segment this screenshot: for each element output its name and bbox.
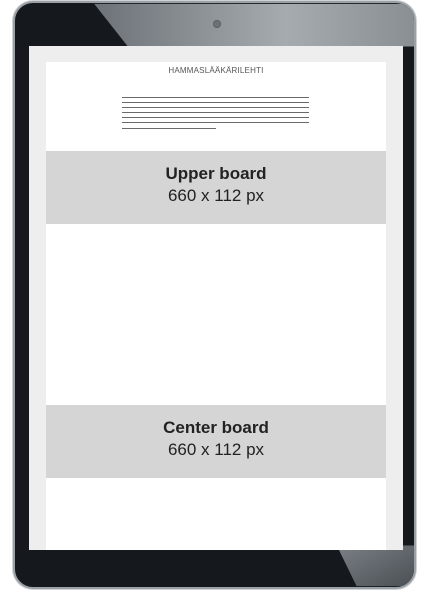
upper-board-name: Upper board — [165, 164, 267, 183]
tablet-screen: HAMMASLÄÄKÄRILEHTI Upper board 660 x 112… — [29, 46, 403, 550]
center-board-ad: Center board 660 x 112 px — [46, 405, 386, 478]
masthead-title: HAMMASLÄÄKÄRILEHTI — [168, 66, 264, 75]
text-line — [122, 107, 309, 108]
center-board-name: Center board — [163, 418, 269, 437]
publication-page: HAMMASLÄÄKÄRILEHTI Upper board 660 x 112… — [46, 62, 386, 550]
upper-board-ad: Upper board 660 x 112 px — [46, 151, 386, 224]
tablet-mockup-frame: HAMMASLÄÄKÄRILEHTI Upper board 660 x 112… — [0, 0, 422, 592]
tablet-device: HAMMASLÄÄKÄRILEHTI Upper board 660 x 112… — [13, 1, 416, 589]
text-line — [122, 102, 309, 103]
center-board-size: 660 x 112 px — [167, 440, 265, 459]
article-text-placeholder — [122, 97, 309, 137]
text-line — [122, 122, 309, 123]
upper-board-size: 660 x 112 px — [167, 186, 265, 205]
text-line — [122, 112, 309, 113]
text-line — [122, 128, 216, 129]
text-line — [122, 97, 309, 98]
text-line — [122, 117, 309, 118]
camera-icon — [213, 20, 221, 28]
